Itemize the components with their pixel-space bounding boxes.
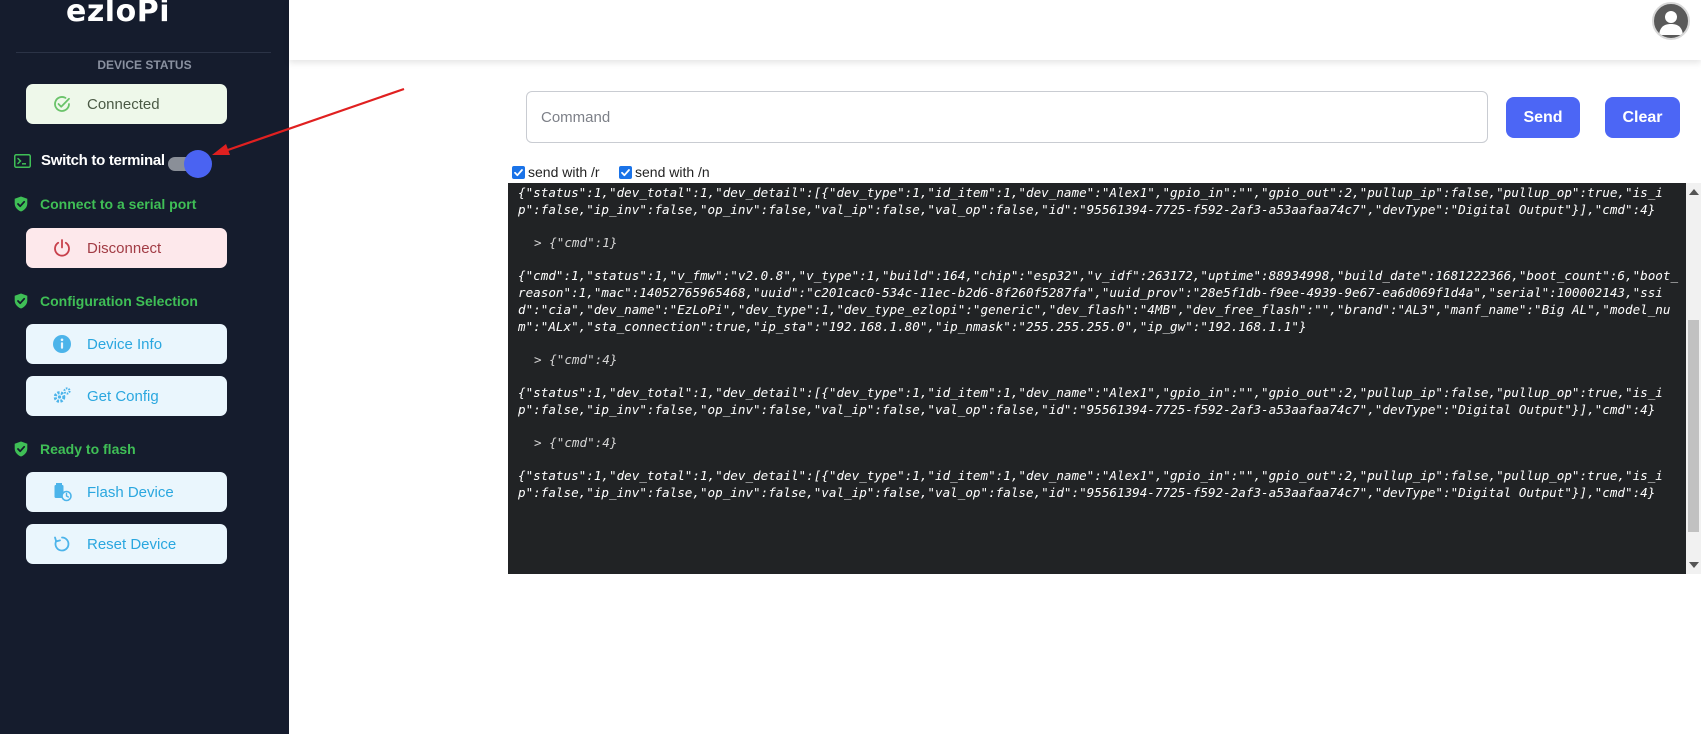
send-with-n-label: send with /n — [635, 164, 710, 180]
info-circle-icon — [52, 334, 72, 354]
flash-device-button[interactable]: Flash Device — [26, 472, 227, 512]
terminal-command-line: > {"cmd":4} — [534, 352, 618, 367]
power-icon — [52, 238, 72, 258]
ezlopi-logo: ezloPi — [66, 0, 170, 29]
flash-device-label: Flash Device — [87, 483, 174, 501]
checkbox-checked-icon — [619, 165, 632, 179]
terminal-line: {"status":1,"dev_total":1,"dev_detail":[… — [518, 185, 1663, 217]
scrollbar-thumb[interactable] — [1688, 320, 1699, 532]
get-config-label: Get Config — [87, 387, 159, 405]
user-avatar-icon[interactable] — [1652, 2, 1690, 40]
terminal-scrollbar[interactable] — [1686, 183, 1701, 574]
terminal-command-line: > {"cmd":1} — [534, 235, 618, 250]
section-connect-serial: Connect to a serial port — [14, 196, 196, 212]
top-bar — [289, 0, 1701, 60]
gears-icon — [52, 386, 72, 406]
shield-check-icon — [14, 196, 28, 212]
check-circle-icon — [52, 94, 72, 114]
disconnect-label: Disconnect — [87, 239, 162, 257]
terminal-line: {"cmd":1,"status":1,"v_fmw":"v2.0.8","v_… — [518, 268, 1679, 334]
section-connect-serial-label: Connect to a serial port — [40, 196, 197, 212]
shield-check-icon — [14, 293, 28, 309]
sidebar-divider — [16, 52, 271, 53]
section-configuration-label: Configuration Selection — [40, 293, 198, 309]
clear-button[interactable]: Clear — [1605, 97, 1680, 138]
send-with-n-checkbox[interactable]: send with /n — [619, 164, 710, 180]
scroll-down-icon[interactable] — [1689, 562, 1699, 568]
reset-device-button[interactable]: Reset Device — [26, 524, 227, 564]
scroll-up-icon[interactable] — [1689, 189, 1699, 195]
section-configuration: Configuration Selection — [14, 293, 198, 309]
connected-label: Connected — [87, 95, 160, 113]
flash-device-icon — [52, 482, 72, 502]
send-button[interactable]: Send — [1506, 97, 1580, 138]
terminal-icon — [14, 153, 31, 168]
device-info-label: Device Info — [87, 335, 163, 353]
red-arrow-annotation — [212, 87, 405, 155]
disconnect-button[interactable]: Disconnect — [26, 228, 227, 268]
switch-to-terminal-row: Switch to terminal — [14, 152, 165, 169]
terminal-command-line: > {"cmd":4} — [534, 435, 618, 450]
reset-device-label: Reset Device — [87, 535, 177, 553]
shield-check-icon — [14, 441, 28, 457]
connected-status-button[interactable]: Connected — [26, 84, 227, 124]
command-input[interactable] — [526, 91, 1488, 143]
send-with-r-checkbox[interactable]: send with /r — [512, 164, 600, 180]
get-config-button[interactable]: Get Config — [26, 376, 227, 416]
device-status-label: DEVICE STATUS — [97, 58, 192, 72]
terminal-content: {"status":1,"dev_total":1,"dev_detail":[… — [518, 184, 1681, 501]
device-info-button[interactable]: Device Info — [26, 324, 227, 364]
section-ready-to-flash: Ready to flash — [14, 441, 136, 457]
switch-to-terminal-label: Switch to terminal — [41, 152, 165, 169]
section-ready-to-flash-label: Ready to flash — [40, 441, 136, 457]
send-with-r-label: send with /r — [528, 164, 600, 180]
terminal-line: {"status":1,"dev_total":1,"dev_detail":[… — [518, 385, 1663, 417]
terminal-line: {"status":1,"dev_total":1,"dev_detail":[… — [518, 468, 1663, 500]
terminal-output[interactable]: {"status":1,"dev_total":1,"dev_detail":[… — [508, 183, 1686, 574]
reset-icon — [52, 534, 72, 554]
checkbox-checked-icon — [512, 165, 525, 179]
